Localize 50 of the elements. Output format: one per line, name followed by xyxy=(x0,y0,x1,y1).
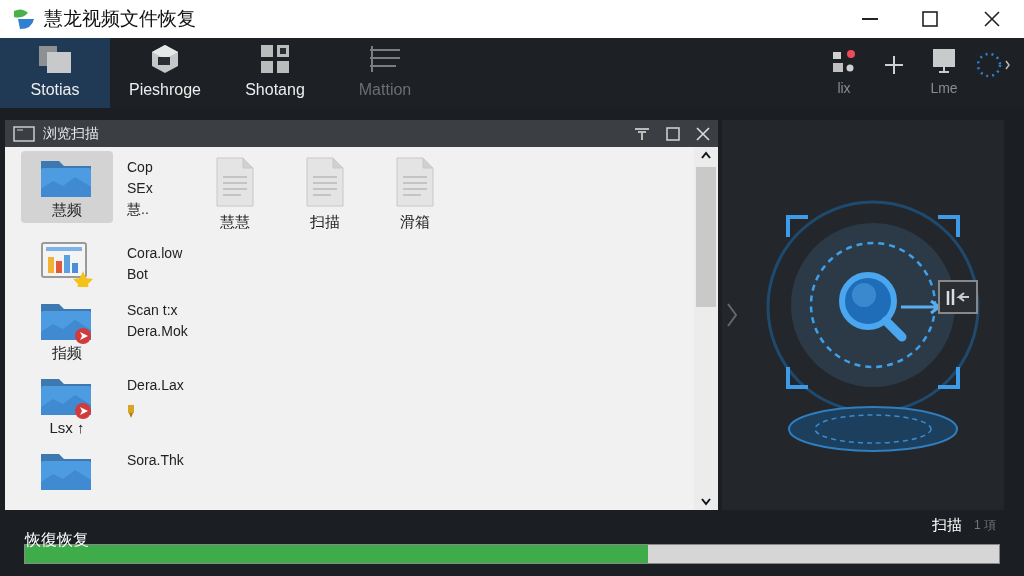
file-tile[interactable]: Lsx ↑ xyxy=(21,368,113,441)
list-icon xyxy=(368,44,402,74)
app-logo-icon xyxy=(12,7,36,31)
file-detail: Dera.Lax xyxy=(127,376,185,393)
cube-icon xyxy=(150,44,180,74)
file-detail: 慧.. xyxy=(127,201,150,217)
scrollbar[interactable] xyxy=(694,147,718,510)
pin-icon[interactable] xyxy=(634,126,650,141)
file-name: 滑箱 xyxy=(400,212,430,232)
file-name: 指频 xyxy=(52,343,82,362)
scroll-down-icon[interactable] xyxy=(701,498,711,506)
shapes-icon xyxy=(831,47,857,74)
loading-spinner-icon xyxy=(975,50,1013,80)
folders-icon xyxy=(37,44,73,74)
document-icon xyxy=(306,157,344,207)
close-icon[interactable] xyxy=(984,11,1000,27)
file-detail: Scan t:x xyxy=(127,301,179,318)
file-detail: Sora.Thk xyxy=(127,451,185,468)
panel-title: 浏览扫描 xyxy=(43,124,99,143)
scroll-up-icon[interactable] xyxy=(701,151,711,159)
document-icon xyxy=(216,157,254,207)
file-detail: Dera.Mok xyxy=(127,322,187,339)
file-name: Lsx ↑ xyxy=(49,418,85,437)
status-count: 1 項 xyxy=(974,517,996,534)
window-title: 慧龙视频文件恢复 xyxy=(44,6,196,31)
document-icon xyxy=(396,157,434,207)
file-tile[interactable]: 指频 xyxy=(21,293,113,366)
chart-icon xyxy=(41,240,93,287)
file-detail: Cora.low xyxy=(127,244,184,261)
toolbar-tool[interactable]: lix xyxy=(818,38,870,108)
chevron-right-icon[interactable] xyxy=(726,302,738,328)
grid-icon xyxy=(260,44,290,74)
maximize-icon[interactable] xyxy=(922,11,938,27)
file-detail: SEx xyxy=(127,180,154,196)
file-name: 慧慧 xyxy=(220,212,250,232)
toolbar-tab[interactable]: Shotang xyxy=(220,38,330,108)
file-name: 慧频 xyxy=(52,201,82,219)
window-icon xyxy=(13,125,35,142)
status-label: 扫描 xyxy=(932,514,962,535)
progress-label: 恢復恢复 xyxy=(25,531,89,549)
compare-icon[interactable] xyxy=(938,280,978,314)
toolbar-tab[interactable]: Stotias xyxy=(0,38,110,108)
add-icon[interactable] xyxy=(883,54,905,76)
file-name: 扫描 xyxy=(310,212,340,232)
toolbar-tab[interactable]: Pieshroge xyxy=(110,38,220,108)
file-detail: Cop xyxy=(127,159,154,175)
file-tile[interactable]: 慧频 xyxy=(21,151,113,223)
file-detail: Bot xyxy=(127,265,149,282)
monitor-icon xyxy=(931,47,957,74)
toolbar-tool[interactable]: Lme xyxy=(918,38,970,108)
